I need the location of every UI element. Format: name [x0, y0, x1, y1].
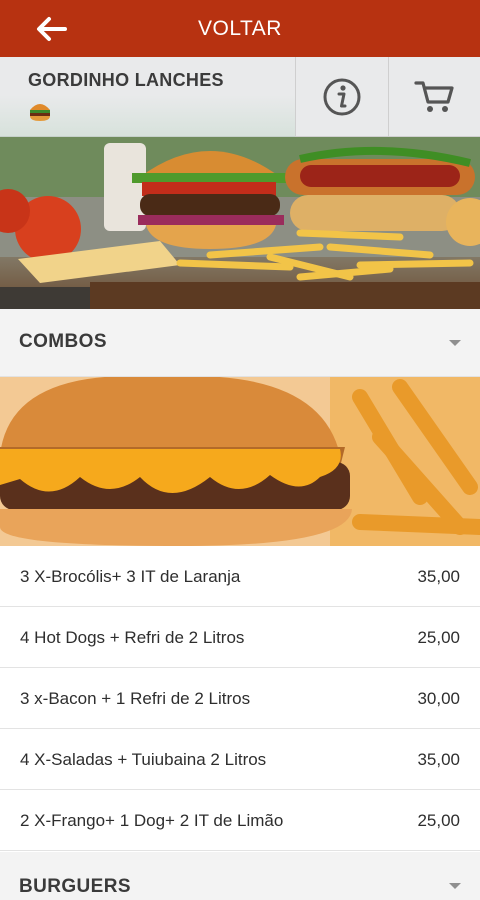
- section-combos-header[interactable]: COMBOS: [0, 309, 480, 377]
- top-app-bar: VOLTAR: [0, 0, 480, 57]
- item-name: 3 X-Brocólis+ 3 IT de Laranja: [20, 567, 241, 586]
- chevron-down-icon: [449, 883, 461, 889]
- list-item[interactable]: 4 X-Saladas + Tuiubaina 2 Litros 35,00: [0, 729, 480, 790]
- item-name: 3 x-Bacon + 1 Refri de 2 Litros: [20, 689, 251, 708]
- burger-logo-icon: [28, 100, 52, 127]
- list-item[interactable]: 3 x-Bacon + 1 Refri de 2 Litros 30,00: [0, 668, 480, 729]
- back-label[interactable]: VOLTAR: [0, 0, 480, 57]
- store-name: GORDINHO LANCHES: [28, 70, 224, 90]
- info-button[interactable]: [295, 57, 388, 137]
- section-title: COMBOS: [19, 331, 107, 352]
- item-price: 25,00: [417, 811, 460, 830]
- list-item[interactable]: 3 X-Brocólis+ 3 IT de Laranja 35,00: [0, 546, 480, 607]
- section-burguers-header[interactable]: BURGUERS: [0, 852, 480, 900]
- cart-icon: [413, 81, 454, 112]
- item-price: 30,00: [417, 689, 460, 708]
- hero-image: [0, 137, 480, 309]
- item-name: 4 X-Saladas + Tuiubaina 2 Litros: [20, 750, 267, 769]
- list-item[interactable]: 4 Hot Dogs + Refri de 2 Litros 25,00: [0, 607, 480, 668]
- chevron-down-icon: [449, 340, 461, 346]
- item-name: 2 X-Frango+ 1 Dog+ 2 IT de Limão: [20, 811, 284, 830]
- info-icon: [323, 78, 361, 116]
- item-price: 35,00: [417, 567, 460, 586]
- combo-item-list: 3 X-Brocólis+ 3 IT de Laranja 35,00 4 Ho…: [0, 546, 480, 851]
- combos-banner-image: [0, 377, 480, 546]
- list-item[interactable]: 2 X-Frango+ 1 Dog+ 2 IT de Limão 25,00: [0, 790, 480, 851]
- item-price: 25,00: [417, 628, 460, 647]
- item-name: 4 Hot Dogs + Refri de 2 Litros: [20, 628, 245, 647]
- cart-button[interactable]: [388, 57, 480, 137]
- section-title: BURGUERS: [19, 876, 131, 897]
- item-price: 35,00: [417, 750, 460, 769]
- store-header: GORDINHO LANCHES: [0, 57, 480, 137]
